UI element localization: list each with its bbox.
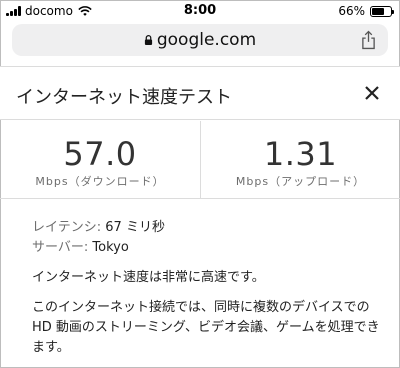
download-result: 57.0 Mbps（ダウンロード）: [0, 121, 200, 199]
latency-value: 67 ミリ秒: [105, 220, 165, 235]
latency-label: レイテンシ:: [32, 220, 106, 235]
speed-details: レイテンシ: 67 ミリ秒 サーバー: Tokyo インターネット速度は非常に高…: [32, 218, 382, 358]
lock-icon: [144, 35, 152, 45]
server-label: サーバー:: [32, 240, 93, 255]
speed-test-card-header: インターネット速度テスト: [0, 66, 400, 120]
close-icon[interactable]: [360, 81, 384, 105]
server-value: Tokyo: [92, 240, 129, 255]
battery-icon: [370, 5, 394, 17]
url-text: google.com: [156, 30, 257, 50]
upload-speed-unit: Mbps（アップロード）: [235, 175, 366, 188]
latency-row: レイテンシ: 67 ミリ秒: [32, 218, 382, 238]
server-row: サーバー: Tokyo: [32, 238, 382, 258]
speed-message: インターネット速度は非常に高速です。: [32, 270, 265, 285]
share-icon[interactable]: [361, 30, 376, 50]
speed-results: 57.0 Mbps（ダウンロード） 1.31 Mbps（アップロード）: [0, 121, 400, 199]
download-speed-value: 57.0: [63, 135, 137, 173]
speed-description: このインターネット接続では、同時に複数のデバイスでの HD 動画のストリーミング…: [32, 300, 380, 355]
status-bar: docomo 8:00 66%: [0, 0, 400, 22]
download-speed-unit: Mbps（ダウンロード）: [35, 175, 165, 188]
battery-percent: 66%: [338, 4, 365, 18]
upload-speed-value: 1.31: [263, 135, 338, 173]
battery-level: [372, 7, 384, 15]
card-title: インターネット速度テスト: [16, 87, 232, 108]
address-bar[interactable]: google.com: [12, 24, 388, 56]
upload-result: 1.31 Mbps（アップロード）: [200, 121, 400, 199]
